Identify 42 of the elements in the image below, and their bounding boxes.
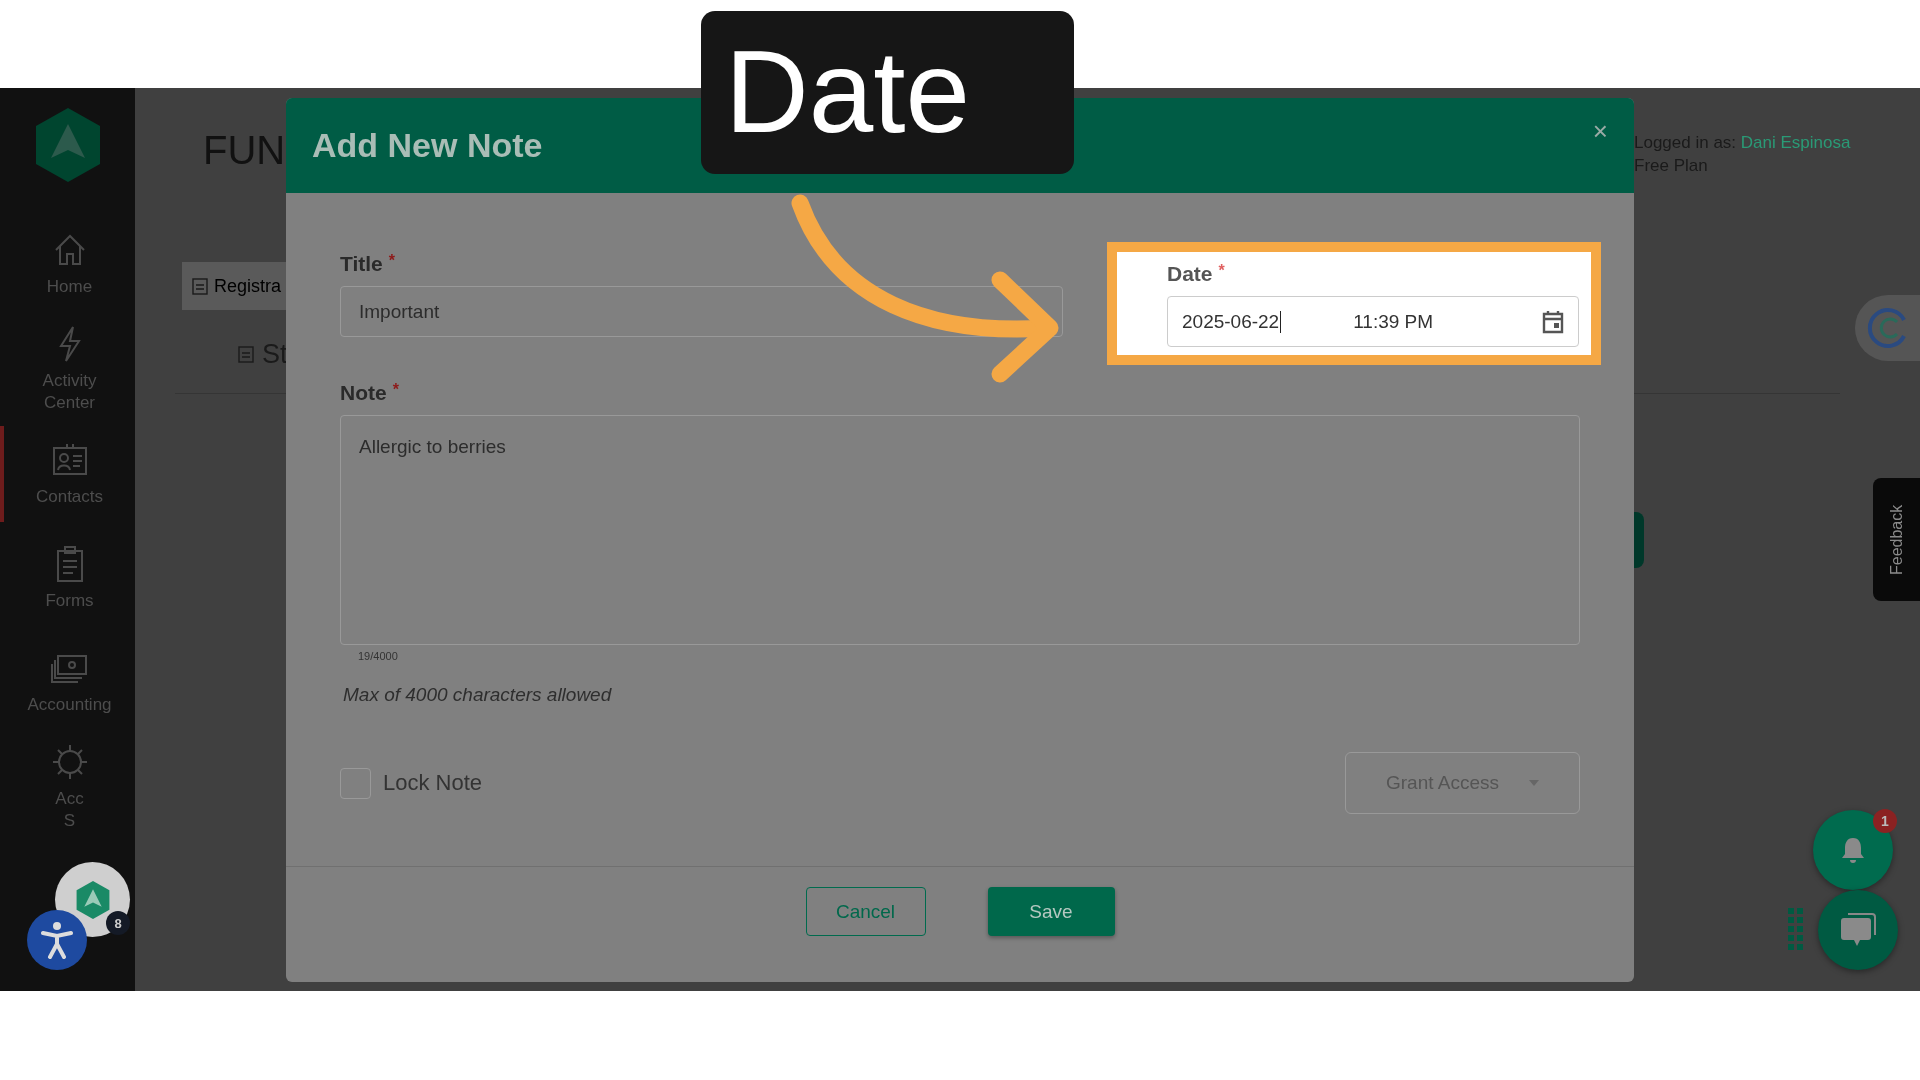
notification-badge: 1 [1873, 809, 1897, 833]
date-input[interactable]: 2025-06-22 11:39 PM [1167, 296, 1579, 347]
caret-icon [1529, 780, 1539, 786]
sidebar-item[interactable]: Activity Center [0, 320, 135, 419]
clipboard-icon [190, 276, 210, 296]
sidebar-label: Contacts [34, 486, 105, 509]
close-button[interactable]: × [1592, 116, 1608, 147]
scheduler-button[interactable] [1855, 295, 1920, 361]
title-input[interactable]: Important [340, 286, 1063, 337]
calendar-icon [1542, 309, 1564, 334]
cancel-button[interactable]: Cancel [805, 887, 926, 936]
bell-icon [1840, 836, 1866, 864]
field-label: Title [340, 252, 383, 276]
sidebar-label: Forms [44, 590, 95, 613]
checkbox-label: Lock Note [383, 770, 483, 796]
sidebar-item[interactable]: Home [0, 216, 135, 312]
lock-checkbox[interactable] [340, 767, 371, 799]
dialog-title: Add New Note [312, 126, 543, 165]
tutorial-caption: Date [701, 11, 1074, 174]
count-badge: 8 [106, 911, 130, 935]
chat-button[interactable] [1818, 890, 1898, 970]
sidebar-label: Accounting [26, 694, 113, 717]
character-counter: 19/4000 [358, 650, 399, 662]
button-edge [1634, 512, 1644, 568]
accessibility-icon [40, 921, 74, 959]
required-mark: * [1218, 262, 1225, 281]
feedback-tab[interactable]: Feedback [1873, 478, 1920, 601]
grid-handle-icon[interactable] [1788, 908, 1804, 950]
required-mark: * [388, 252, 396, 271]
hint-text: Max of 4000 characters allowed [343, 684, 613, 706]
save-button[interactable]: Save [987, 887, 1115, 936]
sidebar-label: Activity Center [41, 370, 98, 415]
sidebar-label: Acc S [54, 788, 85, 833]
field-label: Note [340, 381, 387, 405]
sidebar-item[interactable]: Acc S [0, 738, 135, 837]
sidebar-item[interactable]: Forms [0, 530, 135, 627]
field-label: Date [1167, 262, 1213, 286]
required-mark: * [392, 381, 399, 400]
sidebar-label: Home [45, 275, 94, 298]
sidebar-item[interactable]: Accounting [0, 634, 135, 731]
note-textarea[interactable]: Allergic to berries [340, 415, 1580, 645]
logo-icon [74, 879, 111, 920]
